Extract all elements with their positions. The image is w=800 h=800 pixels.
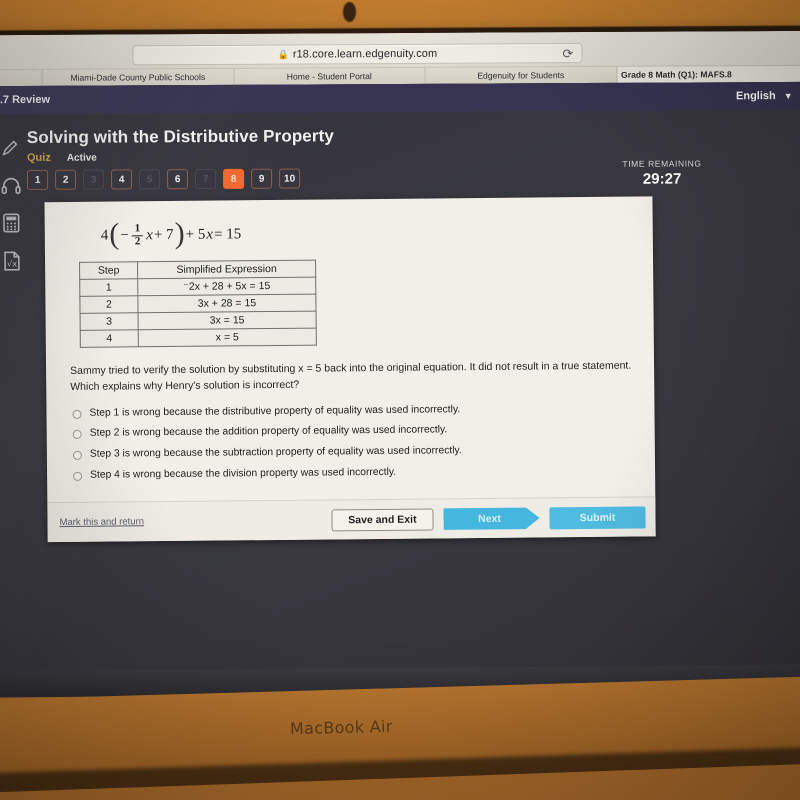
lesson-meta: Quiz Active (27, 152, 97, 164)
save-and-exit-button[interactable]: Save and Exit (331, 507, 434, 531)
question-prompt: Sammy tried to verify the solution by su… (70, 359, 632, 393)
answer-choice-2[interactable]: Step 2 is wrong because the addition pro… (72, 423, 633, 441)
radio-button-icon[interactable] (72, 451, 82, 461)
breadcrumb: .3.7 Review (0, 93, 51, 107)
answer-choices: Step 1 is wrong because the distributive… (72, 402, 633, 483)
steps-table: Step Simplified Expression 1 ⁻2x + 28 + … (79, 259, 317, 348)
answer-choice-4[interactable]: Step 4 is wrong because the division pro… (73, 465, 633, 483)
cell-expression: 3x + 28 = 15 (137, 294, 317, 313)
language-label: English (735, 90, 776, 103)
lock-icon: 🔒 (277, 49, 289, 60)
equation-plus-seven: + 7 (153, 226, 174, 243)
cell-expression: 3x = 15 (138, 311, 317, 330)
cell-step: 2 (79, 295, 139, 314)
svg-text:√x: √x (7, 259, 17, 269)
answer-choice-label: Step 3 is wrong because the subtraction … (89, 445, 462, 461)
page-title: Solving with the Distributive Property (26, 126, 334, 147)
cell-expression: x = 5 (138, 328, 317, 347)
equation-minus: − (120, 226, 129, 244)
edgenuity-page: .3.7 Review English ▼ √x Solving with th… (0, 81, 800, 676)
submit-button[interactable]: Submit (549, 505, 646, 529)
bookmark-student-portal[interactable]: Home - Student Portal (234, 67, 426, 85)
radio-button-icon[interactable] (73, 472, 83, 482)
reload-icon[interactable]: ⟳ (562, 46, 573, 61)
question-number-nav: 1 2 3 4 5 6 7 8 9 10 (27, 168, 301, 190)
equation-coefficient: 4 (100, 227, 109, 244)
bookmark-miami-dade[interactable]: Miami-Dade County Public Schools (42, 68, 235, 86)
radio-button-icon[interactable] (72, 430, 82, 440)
question-button-5: 5 (139, 169, 161, 190)
cell-step: 4 (80, 329, 139, 348)
activity-status-label: Active (66, 152, 97, 164)
equation: 4 ( − 1 2 x + 7 ) + 5 x = 15 (100, 217, 631, 251)
laptop-screen: 🔒 r18.core.learn.edgenuity.com ⟳ Miami-D… (0, 30, 800, 676)
formula-icon[interactable]: √x (0, 250, 22, 272)
equation-tail-variable: x (206, 226, 214, 243)
answer-choice-1[interactable]: Step 1 is wrong because the distributive… (72, 402, 632, 420)
cell-expression: ⁻2x + 28 + 5x = 15 (137, 277, 316, 296)
url-text: r18.core.learn.edgenuity.com (292, 47, 438, 61)
timer-value: 29:27 (642, 170, 682, 188)
question-button-1[interactable]: 1 (27, 169, 49, 190)
cell-step: 3 (80, 312, 139, 331)
question-card: 4 ( − 1 2 x + 7 ) + 5 x = 15 Step Simpli… (44, 196, 656, 543)
bookmark-stub (0, 69, 43, 87)
footer-buttons: Save and Exit Next Submit (331, 505, 646, 531)
device-brand-label: MacBook Air (289, 716, 393, 739)
timer: TIME REMAINING 29:27 (587, 158, 737, 188)
highlighter-icon[interactable] (0, 136, 22, 158)
answer-choice-label: Step 4 is wrong because the division pro… (90, 467, 397, 481)
address-bar[interactable]: 🔒 r18.core.learn.edgenuity.com ⟳ (132, 43, 583, 66)
table-row: 4 x = 5 (80, 328, 317, 348)
answer-choice-label: Step 2 is wrong because the addition pro… (89, 424, 448, 440)
answer-choice-label: Step 1 is wrong because the distributive… (89, 403, 461, 419)
question-button-4[interactable]: 4 (111, 169, 133, 190)
mark-this-and-return-link[interactable]: Mark this and return (59, 516, 144, 528)
chevron-down-icon: ▼ (783, 90, 793, 101)
equation-equals: = 15 (213, 225, 242, 243)
equation-tail: + 5 (185, 226, 206, 243)
answer-choice-3[interactable]: Step 3 is wrong because the subtraction … (72, 444, 633, 462)
browser-chrome: 🔒 r18.core.learn.edgenuity.com ⟳ Miami-D… (0, 30, 800, 87)
page-topbar: .3.7 Review English ▼ (0, 81, 800, 115)
column-header-expression: Simplified Expression (137, 260, 316, 279)
question-button-9[interactable]: 9 (251, 168, 273, 189)
next-button[interactable]: Next (443, 507, 539, 530)
fraction-numerator: 1 (131, 222, 144, 236)
calculator-icon[interactable] (0, 212, 22, 234)
headphones-icon[interactable] (0, 174, 22, 196)
activity-type-label: Quiz (26, 151, 51, 164)
question-button-6[interactable]: 6 (167, 169, 189, 190)
question-button-2[interactable]: 2 (55, 169, 77, 190)
timer-label: TIME REMAINING (622, 158, 702, 169)
lesson-body: √x Solving with the Distributive Propert… (0, 109, 800, 676)
question-button-3: 3 (83, 169, 105, 190)
radio-button-icon[interactable] (72, 409, 82, 419)
equation-fraction: 1 2 (131, 222, 144, 247)
question-button-7: 7 (195, 168, 217, 190)
language-selector[interactable]: English ▼ (736, 90, 793, 102)
fraction-denominator: 2 (134, 234, 141, 247)
question-button-10[interactable]: 10 (279, 168, 301, 189)
laptop-photo: 🔒 r18.core.learn.edgenuity.com ⟳ Miami-D… (0, 0, 800, 800)
cell-step: 1 (79, 278, 138, 297)
question-button-8[interactable]: 8 (223, 168, 245, 189)
column-header-step: Step (79, 261, 138, 280)
bookmark-edgenuity-students[interactable]: Edgenuity for Students (425, 66, 618, 84)
webcam-icon (343, 2, 356, 22)
bookmark-grade8-math[interactable]: Grade 8 Math (Q1): MAFS.8 (617, 65, 800, 83)
equation-variable: x (146, 226, 154, 243)
card-footer: Mark this and return Save and Exit Next … (47, 496, 656, 543)
